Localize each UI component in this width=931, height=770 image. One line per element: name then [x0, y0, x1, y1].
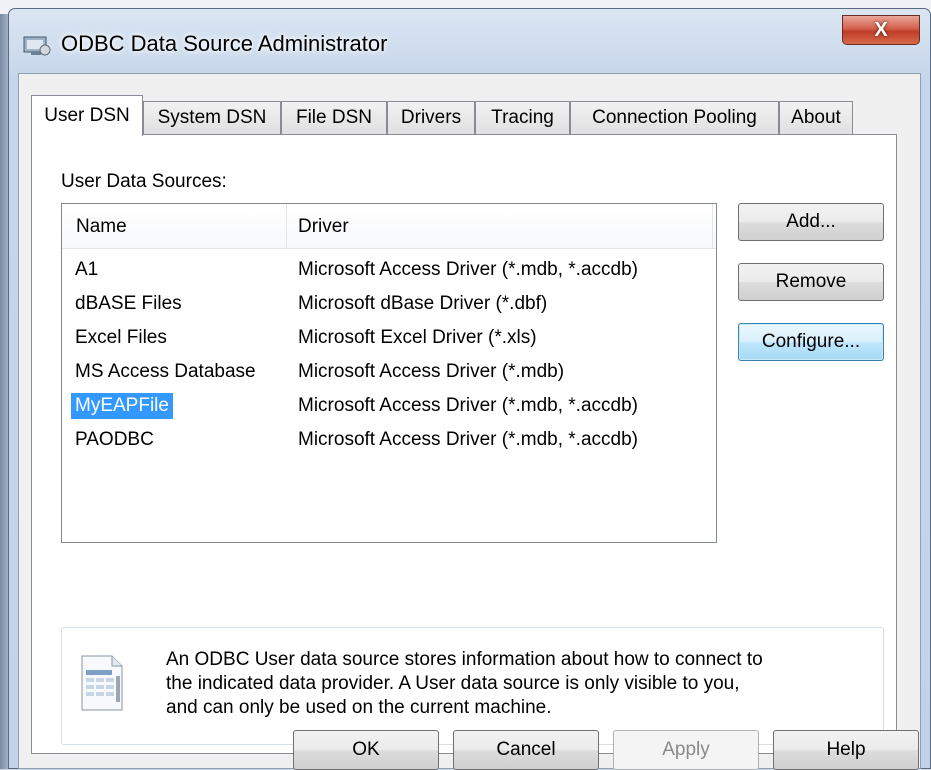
- help-button[interactable]: Help: [773, 730, 919, 770]
- tab-label: User DSN: [44, 105, 130, 126]
- list-item[interactable]: MS Access Database Microsoft Access Driv…: [62, 358, 712, 388]
- dsn-driver: Microsoft Excel Driver (*.xls): [298, 327, 537, 348]
- odbc-dialog: ODBC Data Source Administrator X User DS…: [8, 8, 931, 770]
- cancel-button[interactable]: Cancel: [453, 730, 599, 770]
- window-title: ODBC Data Source Administrator: [61, 31, 388, 56]
- dsn-driver: Microsoft Access Driver (*.mdb): [298, 361, 565, 382]
- dsn-name: dBASE Files: [75, 293, 182, 314]
- info-description: An ODBC User data source stores informat…: [166, 648, 856, 720]
- list-item[interactable]: PAODBC Microsoft Access Driver (*.mdb, *…: [62, 426, 712, 456]
- tab-connection-pooling[interactable]: Connection Pooling: [570, 101, 779, 134]
- column-header-driver[interactable]: Driver: [298, 216, 349, 238]
- info-box: An ODBC User data source stores informat…: [61, 627, 884, 745]
- tab-user-dsn[interactable]: User DSN: [31, 95, 143, 136]
- tab-drivers[interactable]: Drivers: [387, 101, 475, 134]
- odbc-app-icon: [23, 36, 51, 56]
- add-button[interactable]: Add...: [738, 203, 884, 241]
- tab-about[interactable]: About: [779, 101, 853, 134]
- list-item-selected[interactable]: MyEAPFile Microsoft Access Driver (*.mdb…: [62, 392, 712, 422]
- column-divider[interactable]: [712, 204, 713, 248]
- dsn-name: PAODBC: [75, 429, 154, 450]
- ok-button[interactable]: OK: [293, 730, 439, 770]
- tab-label: File DSN: [295, 107, 372, 128]
- tab-tracing[interactable]: Tracing: [475, 101, 570, 134]
- dsn-driver: Microsoft dBase Driver (*.dbf): [298, 293, 548, 314]
- close-button[interactable]: X: [842, 15, 920, 45]
- list-item[interactable]: dBASE Files Microsoft dBase Driver (*.db…: [62, 290, 712, 320]
- tab-label: Connection Pooling: [592, 107, 757, 128]
- list-item[interactable]: A1 Microsoft Access Driver (*.mdb, *.acc…: [62, 256, 712, 286]
- remove-button[interactable]: Remove: [738, 263, 884, 301]
- user-dsn-panel: User Data Sources: Name Driver A1 Micros…: [31, 134, 897, 754]
- column-header-name[interactable]: Name: [76, 216, 127, 238]
- info-line: and can only be used on the current mach…: [166, 697, 552, 718]
- dsn-name: Excel Files: [75, 327, 167, 348]
- tab-file-dsn[interactable]: File DSN: [281, 101, 387, 134]
- tab-label: Drivers: [400, 107, 462, 128]
- dsn-name: MyEAPFile: [71, 393, 173, 419]
- dsn-name: A1: [75, 259, 99, 280]
- section-label: User Data Sources:: [61, 171, 227, 192]
- data-sources-list[interactable]: Name Driver A1 Microsoft Access Driver (…: [61, 203, 717, 543]
- dsn-name: MS Access Database: [75, 361, 256, 382]
- dsn-driver: Microsoft Access Driver (*.mdb, *.accdb): [298, 259, 638, 280]
- close-icon: X: [874, 18, 888, 41]
- tab-system-dsn[interactable]: System DSN: [143, 101, 281, 134]
- apply-button[interactable]: Apply: [613, 730, 759, 770]
- dsn-driver: Microsoft Access Driver (*.mdb, *.accdb): [298, 395, 638, 416]
- dsn-driver: Microsoft Access Driver (*.mdb, *.accdb): [298, 429, 638, 450]
- data-source-info-icon: [81, 655, 123, 711]
- info-line: the indicated data provider. A User data…: [166, 673, 740, 694]
- list-header: Name Driver: [62, 204, 716, 249]
- configure-button[interactable]: Configure...: [738, 323, 884, 361]
- list-item[interactable]: Excel Files Microsoft Excel Driver (*.xl…: [62, 324, 712, 354]
- tab-label: System DSN: [157, 107, 267, 128]
- tab-label: Tracing: [491, 107, 554, 128]
- column-divider[interactable]: [286, 204, 287, 248]
- tab-label: About: [791, 107, 841, 128]
- title-bar[interactable]: ODBC Data Source Administrator X: [9, 9, 930, 73]
- dialog-client-area: User DSN System DSN File DSN Drivers Tra…: [18, 73, 921, 770]
- info-line: An ODBC User data source stores informat…: [166, 649, 763, 670]
